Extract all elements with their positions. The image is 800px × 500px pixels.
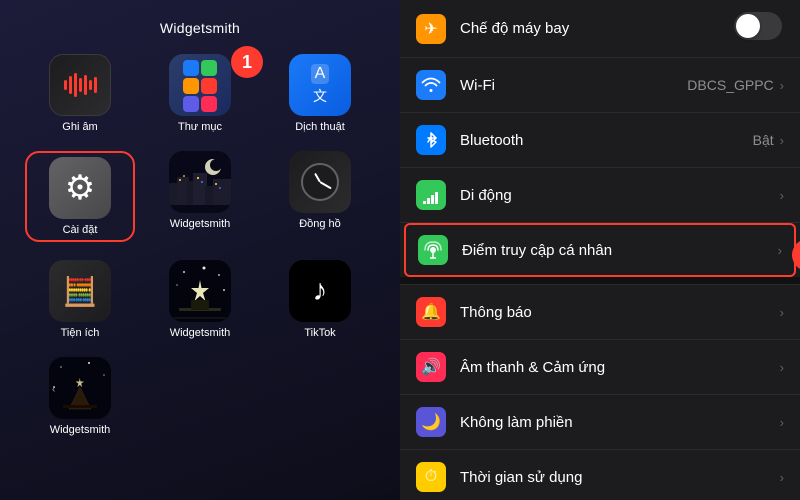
app-label-utilities: Tiện ích bbox=[61, 327, 100, 339]
settings-item-screentime[interactable]: ⏱ Thời gian sử dụng › bbox=[400, 450, 800, 500]
app-grid: Ghi âm 1 Thư mục A 文 D bbox=[10, 54, 390, 436]
label-airplane: Chế độ máy bay bbox=[460, 20, 734, 37]
bluetooth-chevron: › bbox=[780, 133, 784, 148]
app-translate[interactable]: A 文 Dịch thuật bbox=[265, 54, 375, 133]
mobile-icon bbox=[416, 180, 446, 210]
right-panel: ✈ Chế độ máy bay Wi-Fi DBCS_GPPC › bbox=[400, 0, 800, 500]
tiktok-icon: ♪ bbox=[289, 260, 351, 322]
settings-icon: ⚙ bbox=[49, 157, 111, 219]
sound-chevron: › bbox=[780, 360, 784, 375]
app-label-tiktok: TikTok bbox=[304, 327, 335, 339]
settings-item-bluetooth[interactable]: Bluetooth Bật › bbox=[400, 113, 800, 168]
app-label-folder: Thư mục bbox=[178, 121, 222, 133]
app-recording[interactable]: Ghi âm bbox=[25, 54, 135, 133]
app-label-recording: Ghi âm bbox=[62, 121, 97, 133]
wifi-chevron: › bbox=[780, 78, 784, 93]
bluetooth-icon bbox=[416, 125, 446, 155]
wifi-icon bbox=[416, 70, 446, 100]
settings-item-dnd[interactable]: 🌙 Không làm phiền › bbox=[400, 395, 800, 450]
notifications-chevron: › bbox=[780, 305, 784, 320]
app-widgetsmith2[interactable]: Widgetsmith bbox=[145, 260, 255, 339]
svg-text:‹: ‹ bbox=[52, 384, 55, 395]
divider bbox=[400, 277, 800, 285]
mobile-chevron: › bbox=[780, 188, 784, 203]
app-utilities[interactable]: 🧮 Tiện ích bbox=[25, 260, 135, 339]
wifi-value: DBCS_GPPC bbox=[687, 77, 773, 93]
dnd-chevron: › bbox=[780, 415, 784, 430]
step1-badge: 1 bbox=[231, 46, 263, 78]
app-label-widgetsmith2: Widgetsmith bbox=[170, 327, 231, 339]
app-folder[interactable]: 1 Thư mục bbox=[145, 54, 255, 133]
dnd-icon: 🌙 bbox=[416, 407, 446, 437]
utilities-icon: 🧮 bbox=[49, 260, 111, 322]
bluetooth-value: Bật bbox=[753, 132, 774, 148]
app-label-widgetsmith1: Widgetsmith bbox=[170, 218, 231, 230]
notifications-icon: 🔔 bbox=[416, 297, 446, 327]
app-widgetsmith1[interactable]: Widgetsmith bbox=[145, 151, 255, 242]
recording-icon bbox=[49, 54, 111, 116]
settings-list: ✈ Chế độ máy bay Wi-Fi DBCS_GPPC › bbox=[400, 0, 800, 500]
app-settings[interactable]: ⚙ Cài đặt bbox=[25, 151, 135, 242]
toggle-airplane[interactable] bbox=[734, 12, 782, 40]
folder-icon bbox=[169, 54, 231, 116]
settings-item-wifi[interactable]: Wi-Fi DBCS_GPPC › bbox=[400, 58, 800, 113]
settings-item-hotspot[interactable]: Điểm truy cập cá nhân › 2 bbox=[404, 223, 796, 277]
settings-item-airplane[interactable]: ✈ Chế độ máy bay bbox=[400, 0, 800, 58]
app-tiktok[interactable]: ♪ TikTok bbox=[265, 260, 375, 339]
hotspot-chevron: › bbox=[778, 243, 782, 258]
panel-title: Widgetsmith bbox=[160, 20, 240, 36]
sound-icon: 🔊 bbox=[416, 352, 446, 382]
hotspot-icon bbox=[418, 235, 448, 265]
label-wifi: Wi-Fi bbox=[460, 77, 687, 94]
app-clock[interactable]: Đồng hồ bbox=[265, 151, 375, 242]
translate-icon: A 文 bbox=[289, 54, 351, 116]
label-dnd: Không làm phiền bbox=[460, 414, 780, 431]
clock-icon bbox=[289, 151, 351, 213]
label-screentime: Thời gian sử dụng bbox=[460, 469, 780, 486]
app-widgetsmith3[interactable]: ‹ Widgetsmith bbox=[25, 357, 135, 436]
app-label-clock: Đồng hồ bbox=[299, 218, 341, 230]
screentime-chevron: › bbox=[780, 470, 784, 485]
screentime-icon: ⏱ bbox=[416, 462, 446, 492]
left-panel: Widgetsmith Ghi âm bbox=[0, 0, 400, 500]
label-mobile: Di động bbox=[460, 187, 780, 204]
app-label-translate: Dịch thuật bbox=[295, 121, 345, 133]
airplane-icon: ✈ bbox=[416, 14, 446, 44]
label-sound: Âm thanh & Cảm ứng bbox=[460, 359, 780, 376]
settings-item-sound[interactable]: 🔊 Âm thanh & Cảm ứng › bbox=[400, 340, 800, 395]
airplane-toggle[interactable] bbox=[734, 12, 782, 45]
label-hotspot: Điểm truy cập cá nhân bbox=[462, 242, 778, 259]
app-label-widgetsmith3: Widgetsmith bbox=[50, 424, 111, 436]
widgetsmith1-icon bbox=[169, 151, 231, 213]
widgetsmith3-icon: ‹ bbox=[49, 357, 111, 419]
widgetsmith2-icon bbox=[169, 260, 231, 322]
label-bluetooth: Bluetooth bbox=[460, 132, 753, 149]
step2-badge: 2 bbox=[792, 239, 800, 271]
app-label-settings: Cài đặt bbox=[63, 224, 98, 236]
settings-item-mobile[interactable]: Di động › bbox=[400, 168, 800, 223]
label-notifications: Thông báo bbox=[460, 304, 780, 321]
settings-item-notifications[interactable]: 🔔 Thông báo › bbox=[400, 285, 800, 340]
